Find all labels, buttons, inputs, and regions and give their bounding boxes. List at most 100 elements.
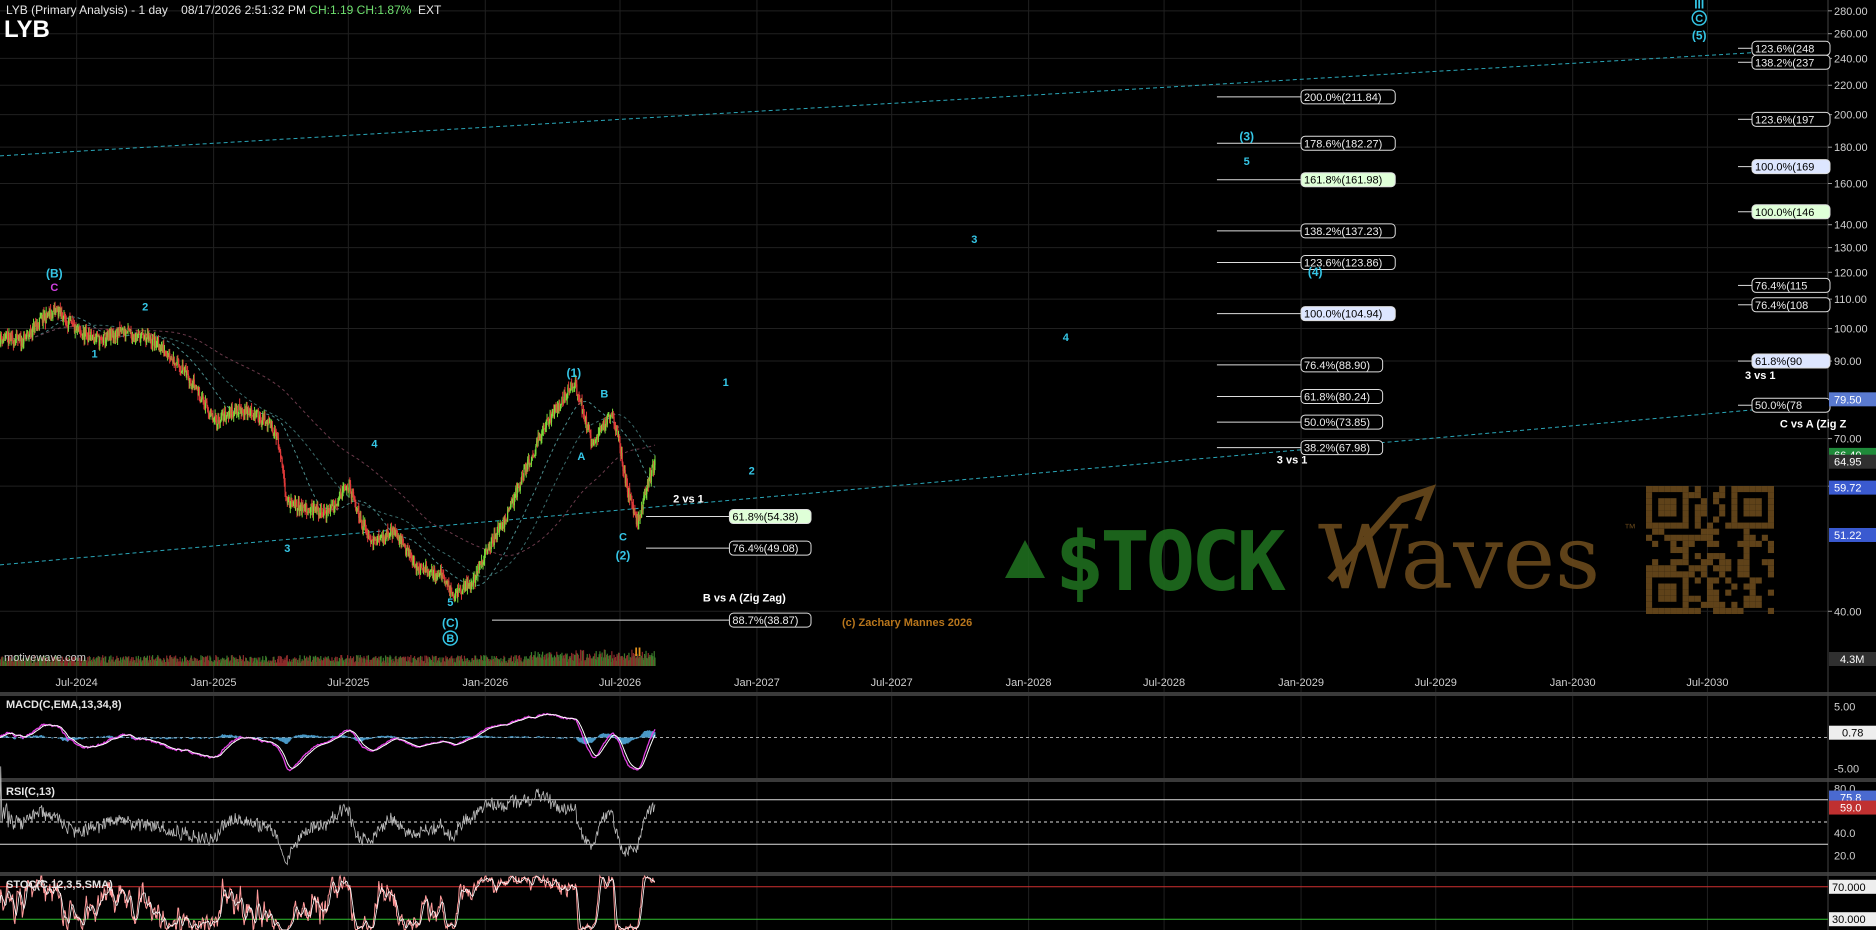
qr-cell <box>1713 553 1720 560</box>
qr-cell <box>1670 540 1677 547</box>
candle-body <box>486 549 489 554</box>
qr-cell <box>1706 577 1714 584</box>
wave-label: C <box>619 532 627 544</box>
fib-label: 76.4%(49.08) <box>732 543 798 555</box>
fib-label: 138.2%(237 <box>1755 57 1814 69</box>
qr-cell <box>1664 565 1671 572</box>
qr-cell <box>1694 565 1701 572</box>
qr-cell <box>1767 486 1774 493</box>
qr-cell <box>1682 534 1689 541</box>
wave-label: (2) <box>616 549 631 563</box>
qr-cell <box>1682 486 1689 493</box>
qr-cell <box>1743 583 1750 590</box>
qr-cell <box>1749 589 1756 596</box>
y-tick-label: 220.00 <box>1834 80 1868 92</box>
qr-cell <box>1725 565 1732 572</box>
qr-cell <box>1767 492 1774 499</box>
y-tick-label: 120.00 <box>1834 267 1868 279</box>
x-tick-label: Jul-2027 <box>871 677 913 689</box>
qr-cell <box>1731 492 1738 499</box>
qr-cell <box>1658 504 1665 511</box>
candle-body <box>62 318 64 322</box>
qr-cell <box>1646 571 1653 578</box>
qr-cell <box>1767 571 1774 578</box>
x-tick-label: Jan-2029 <box>1278 677 1324 689</box>
qr-cell <box>1688 595 1695 602</box>
x-tick-label: Jul-2025 <box>327 677 369 689</box>
qr-cell <box>1755 601 1762 608</box>
qr-cell <box>1688 607 1695 614</box>
qr-cell <box>1652 565 1659 572</box>
chart-canvas[interactable]: Jul-2024 Jan-2025 Jul-2025 Jan-2026 Jul-2026… <box>0 0 1876 930</box>
source-watermark: motivewave.com <box>4 652 86 664</box>
qr-cell <box>1713 577 1720 584</box>
qr-cell <box>1682 577 1689 584</box>
price-marker-label: 59.72 <box>1834 483 1862 495</box>
candle-body <box>651 466 653 476</box>
qr-cell <box>1646 589 1653 596</box>
qr-cell <box>1706 583 1714 590</box>
qr-cell <box>1682 601 1689 608</box>
qr-cell <box>1700 565 1707 572</box>
candle-body <box>535 446 537 455</box>
qr-cell <box>1646 583 1653 590</box>
qr-cell <box>1676 486 1683 493</box>
price-change: CH:1.19 <box>309 3 354 17</box>
qr-cell <box>1646 498 1653 505</box>
qr-cell <box>1767 589 1774 596</box>
fib-label: 100.0%(169 <box>1755 162 1814 174</box>
wave-label: C <box>50 282 58 294</box>
qr-cell <box>1664 534 1671 541</box>
qr-cell <box>1646 522 1653 529</box>
panel-separator <box>0 778 1876 782</box>
stoch-title: STOC(C,12,3,5,SMA) <box>6 879 113 891</box>
projection-caption: 3 vs 1 <box>1277 454 1308 466</box>
projection-caption: 3 vs 1 <box>1745 370 1776 382</box>
qr-cell <box>1737 565 1744 572</box>
qr-cell <box>1713 528 1720 535</box>
qr-cell <box>1682 571 1689 578</box>
qr-cell <box>1682 553 1689 560</box>
y-tick-label: 20.0 <box>1834 850 1855 862</box>
qr-cell <box>1731 498 1738 505</box>
fib-label: 50.0%(73.85) <box>1304 417 1370 429</box>
fib-label: 76.4%(88.90) <box>1304 360 1370 372</box>
qr-cell <box>1743 553 1750 560</box>
wave-label: 3 <box>284 543 290 555</box>
fib-label: 88.7%(38.87) <box>732 615 798 627</box>
qr-cell <box>1713 607 1720 614</box>
qr-cell <box>1676 559 1683 566</box>
qr-cell <box>1664 510 1671 517</box>
qr-cell <box>1755 510 1762 517</box>
qr-cell <box>1731 583 1738 590</box>
qr-cell <box>1658 583 1665 590</box>
y-tick-label: 240.00 <box>1834 53 1868 65</box>
fib-label: 161.8%(161.98) <box>1304 175 1382 187</box>
qr-cell <box>1749 534 1756 541</box>
wave-label: 2 <box>142 302 148 314</box>
qr-cell <box>1761 522 1768 529</box>
qr-cell <box>1737 571 1744 578</box>
wave-label: (1) <box>567 366 582 380</box>
qr-cell <box>1694 486 1701 493</box>
y-tick-label: 140.00 <box>1834 220 1868 232</box>
fib-label: 178.6%(182.27) <box>1304 138 1382 150</box>
fib-label: 100.0%(104.94) <box>1304 309 1382 321</box>
circled-wave-label: B <box>446 633 454 645</box>
fib-label: 61.8%(54.38) <box>732 512 798 524</box>
qr-cell <box>1761 486 1768 493</box>
y-tick-label: 110.00 <box>1834 294 1867 306</box>
qr-cell <box>1767 607 1774 614</box>
x-tick-label: Jan-2028 <box>1006 677 1052 689</box>
qr-cell <box>1737 486 1744 493</box>
x-tick-label: Jan-2026 <box>462 677 508 689</box>
qr-cell <box>1743 559 1750 566</box>
qr-cell <box>1658 510 1665 517</box>
qr-cell <box>1682 540 1689 547</box>
qr-cell <box>1694 504 1701 511</box>
qr-cell <box>1664 486 1671 493</box>
qr-cell <box>1658 522 1665 529</box>
qr-cell <box>1706 522 1714 529</box>
qr-cell <box>1670 498 1677 505</box>
qr-cell <box>1719 565 1726 572</box>
